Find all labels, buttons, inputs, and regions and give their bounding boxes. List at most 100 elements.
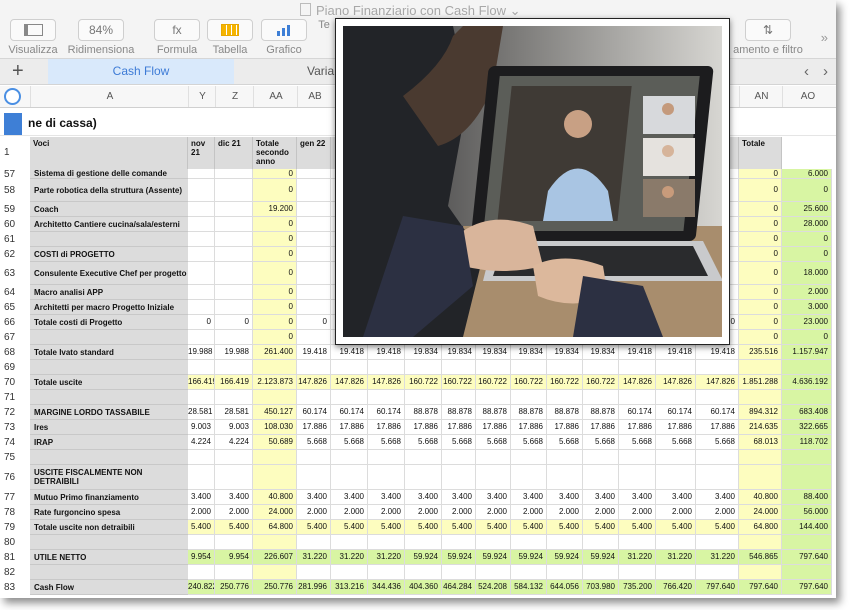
table-cell[interactable] [188,217,215,232]
table-cell[interactable]: 0 [739,247,782,262]
table-cell[interactable] [215,450,253,465]
table-cell[interactable]: 735.200 [619,580,656,595]
toolbar-button-1[interactable]: 84% Ridimensiona [67,19,135,56]
table-cell[interactable] [476,450,511,465]
row-label[interactable]: Ires [30,420,188,435]
table-cell[interactable]: 17.886 [368,420,405,435]
table-cell[interactable] [619,390,656,405]
table-cell[interactable] [368,450,405,465]
table-cell[interactable] [215,360,253,375]
table-cell[interactable]: 24.000 [739,505,782,520]
table-cell[interactable]: 56.000 [782,505,832,520]
table-cell[interactable] [188,169,215,179]
add-sheet-icon[interactable]: + [12,59,24,83]
table-cell[interactable]: 0 [739,300,782,315]
row-number[interactable]: 82 [4,567,28,578]
table-cell[interactable] [368,390,405,405]
table-cell[interactable] [656,450,696,465]
table-cell[interactable]: 19.834 [405,345,442,360]
table-cell[interactable] [476,360,511,375]
toolbar-button-6[interactable]: ⇅ amento e filtro [731,19,805,56]
table-cell[interactable] [215,169,253,179]
table-cell[interactable] [215,217,253,232]
table-cell[interactable] [188,179,215,202]
table-cell[interactable]: 703.980 [583,580,619,595]
table-cell[interactable]: 19.834 [583,345,619,360]
table-cell[interactable]: 2.000 [619,505,656,520]
table-cell[interactable]: 59.924 [442,550,476,565]
table-cell[interactable] [188,232,215,247]
table-cell[interactable] [297,450,331,465]
table-cell[interactable] [476,390,511,405]
table-cell[interactable]: 19.988 [215,345,253,360]
row-label[interactable]: Mutuo Primo finanziamento [30,490,188,505]
table-cell[interactable] [739,565,782,580]
table-cell[interactable]: 0 [782,247,832,262]
row-number[interactable]: 62 [4,249,28,260]
table-cell[interactable]: 3.400 [405,490,442,505]
table-cell[interactable] [442,565,476,580]
row-number[interactable]: 70 [4,377,28,388]
row-label[interactable] [30,535,188,550]
table-cell[interactable]: 3.400 [188,490,215,505]
table-cell[interactable]: 19.418 [297,345,331,360]
table-cell[interactable] [215,247,253,262]
table-cell[interactable] [215,202,253,217]
table-cell[interactable] [739,450,782,465]
table-cell[interactable] [739,465,782,490]
table-cell[interactable]: 4.224 [215,435,253,450]
row-label[interactable]: Totale costi di Progetto [30,315,188,330]
table-cell[interactable]: 19.418 [656,345,696,360]
row-label[interactable]: Totale Ivato standard [30,345,188,360]
table-cell[interactable] [442,390,476,405]
table-cell[interactable]: 17.886 [583,420,619,435]
table-cell[interactable]: 19.834 [442,345,476,360]
table-cell[interactable] [782,465,832,490]
table-cell[interactable]: 1.157.947 [782,345,832,360]
row-number[interactable]: 58 [4,185,28,196]
table-cell[interactable]: 3.400 [547,490,583,505]
table-cell[interactable]: 0 [215,315,253,330]
header-voci[interactable]: Voci [30,137,188,169]
table-cell[interactable]: 0 [253,169,297,179]
table-cell[interactable] [297,232,331,247]
table-cell[interactable]: 250.776 [253,580,297,595]
table-cell[interactable] [188,465,215,490]
table-cell[interactable]: 28.581 [188,405,215,420]
table-cell[interactable] [583,535,619,550]
table-cell[interactable]: 5.400 [442,520,476,535]
table-cell[interactable] [297,202,331,217]
table-cell[interactable] [511,390,547,405]
table-cell[interactable]: 0 [188,315,215,330]
table-cell[interactable]: 797.640 [782,580,832,595]
row-number[interactable]: 68 [4,347,28,358]
table-cell[interactable]: 5.668 [619,435,656,450]
table-cell[interactable] [253,535,297,550]
table-cell[interactable]: 88.878 [476,405,511,420]
table-cell[interactable]: 60.174 [297,405,331,420]
table-cell[interactable] [215,262,253,285]
table-cell[interactable]: 2.000 [476,505,511,520]
table-cell[interactable] [442,450,476,465]
table-cell[interactable]: 88.878 [583,405,619,420]
table-cell[interactable]: 160.722 [547,375,583,390]
table-cell[interactable]: 6.000 [782,169,832,179]
row-number[interactable]: 67 [4,332,28,343]
table-cell[interactable] [511,565,547,580]
row-number[interactable]: 64 [4,287,28,298]
row-number[interactable]: 79 [4,522,28,533]
sidebar-icon[interactable] [10,19,56,41]
table-cell[interactable]: 214.635 [739,420,782,435]
row-label[interactable]: UTILE NETTO [30,550,188,565]
table-cell[interactable] [619,360,656,375]
toolbar-overflow-icon[interactable]: » [821,30,828,45]
table-cell[interactable]: 17.886 [476,420,511,435]
table-cell[interactable] [215,390,253,405]
table-cell[interactable]: 2.000 [188,505,215,520]
row-label[interactable]: USCITE FISCALMENTE NON DETRAIBILI [30,465,188,490]
table-cell[interactable]: 19.418 [368,345,405,360]
row-label[interactable] [30,360,188,375]
row-number[interactable]: 78 [4,507,28,518]
table-cell[interactable]: 40.800 [739,490,782,505]
table-cell[interactable]: 235.516 [739,345,782,360]
